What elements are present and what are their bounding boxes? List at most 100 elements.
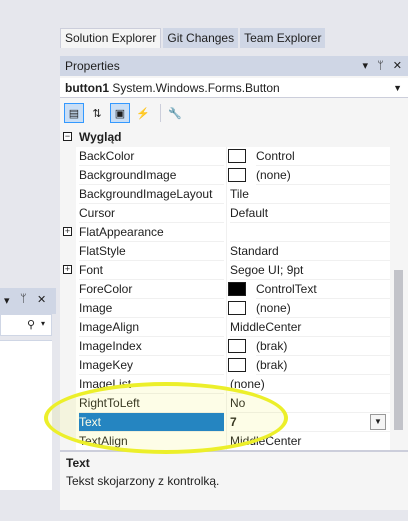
- column-splitter[interactable]: [226, 432, 227, 450]
- row-gutter: [60, 242, 76, 261]
- property-pages-icon[interactable]: 🔧: [165, 103, 185, 123]
- property-row[interactable]: FlatStyle Standard: [60, 242, 390, 261]
- property-row[interactable]: Image (none): [60, 299, 390, 318]
- events-icon[interactable]: ⚡: [133, 103, 153, 123]
- column-splitter[interactable]: [226, 356, 227, 375]
- row-gutter: [60, 204, 76, 223]
- collapse-icon[interactable]: −: [63, 132, 72, 141]
- property-value[interactable]: Tile: [230, 185, 390, 204]
- column-splitter[interactable]: [226, 147, 227, 166]
- property-name: RightToLeft: [79, 394, 224, 413]
- row-gutter: [60, 394, 76, 413]
- property-value[interactable]: (brak): [256, 356, 390, 375]
- property-value[interactable]: Default: [230, 204, 390, 223]
- property-row[interactable]: TextAlign MiddleCenter: [60, 432, 390, 450]
- pin-icon[interactable]: ▾: [4, 294, 10, 307]
- column-splitter[interactable]: [226, 223, 227, 242]
- close-icon[interactable]: ✕: [37, 293, 46, 306]
- column-splitter[interactable]: [226, 394, 227, 413]
- spacer: [60, 48, 408, 56]
- left-panel-footer: [0, 490, 56, 521]
- header-icons: ▾ ᛘ ✕: [357, 56, 402, 76]
- expand-icon[interactable]: +: [63, 265, 72, 274]
- color-swatch: [228, 301, 246, 315]
- property-value[interactable]: [230, 223, 390, 242]
- property-value[interactable]: MiddleCenter: [230, 432, 390, 450]
- property-value[interactable]: ControlText: [256, 280, 390, 299]
- pin-icon[interactable]: ᛘ: [20, 293, 27, 305]
- property-row[interactable]: ImageKey (brak): [60, 356, 390, 375]
- row-gutter: [60, 185, 76, 204]
- property-value[interactable]: Standard: [230, 242, 390, 261]
- close-icon[interactable]: ✕: [393, 60, 402, 72]
- property-row[interactable]: ImageAlign MiddleCenter: [60, 318, 390, 337]
- search-icon[interactable]: ⚲: [27, 318, 35, 331]
- column-splitter[interactable]: [226, 299, 227, 318]
- column-splitter[interactable]: [226, 261, 227, 280]
- column-splitter[interactable]: [226, 280, 227, 299]
- property-row[interactable]: RightToLeft No: [60, 394, 390, 413]
- property-name: ForeColor: [79, 280, 224, 299]
- property-value[interactable]: MiddleCenter: [230, 318, 390, 337]
- top-area: [60, 0, 408, 28]
- description-pane: Text Tekst skojarzony z kontrolką.: [60, 452, 408, 510]
- property-row[interactable]: BackgroundImage (none): [60, 166, 390, 185]
- column-splitter[interactable]: [226, 242, 227, 261]
- categorized-icon[interactable]: ▤: [64, 103, 84, 123]
- property-value[interactable]: 7: [230, 413, 390, 432]
- search-input[interactable]: ⚲ ▾: [0, 314, 52, 336]
- properties-toolbar: ▤ ⇅ ▣ ⚡ 🔧: [60, 100, 408, 126]
- property-row[interactable]: ForeColor ControlText: [60, 280, 390, 299]
- description-text: Tekst skojarzony z kontrolką.: [66, 474, 220, 488]
- column-splitter[interactable]: [226, 185, 227, 204]
- property-value[interactable]: (brak): [256, 337, 390, 356]
- properties-icon[interactable]: ▣: [110, 103, 130, 123]
- property-value[interactable]: Control: [256, 147, 390, 166]
- property-name: Cursor: [79, 204, 224, 223]
- column-splitter[interactable]: [226, 375, 227, 394]
- tab-strip: Solution Explorer Git Changes Team Explo…: [60, 28, 408, 48]
- toolbar-separator: [160, 104, 161, 122]
- object-selector[interactable]: button1 System.Windows.Forms.Button ▼: [60, 78, 408, 98]
- chevron-down-icon[interactable]: ▼: [393, 78, 402, 98]
- column-splitter[interactable]: [226, 204, 227, 223]
- property-row[interactable]: BackgroundImageLayout Tile: [60, 185, 390, 204]
- left-panel-content: [0, 340, 52, 491]
- column-splitter[interactable]: [226, 413, 227, 432]
- tab-solution-explorer[interactable]: Solution Explorer: [60, 28, 162, 48]
- chevron-down-icon[interactable]: ▾: [41, 319, 45, 328]
- property-row[interactable]: BackColor Control: [60, 147, 390, 166]
- row-gutter: [60, 318, 76, 337]
- property-value[interactable]: (none): [230, 375, 390, 394]
- property-row[interactable]: Cursor Default: [60, 204, 390, 223]
- color-swatch: [228, 149, 246, 163]
- scrollbar-thumb[interactable]: [394, 270, 403, 430]
- alphabetical-icon[interactable]: ⇅: [87, 103, 107, 123]
- property-row[interactable]: Text 7 ▼: [60, 413, 390, 432]
- chevron-down-icon[interactable]: ▾: [363, 60, 369, 72]
- property-name: ImageAlign: [79, 318, 224, 337]
- column-splitter[interactable]: [226, 318, 227, 337]
- expand-icon[interactable]: +: [63, 227, 72, 236]
- property-grid: − Wygląd BackColor Control BackgroundImage…: [60, 128, 390, 450]
- pin-icon[interactable]: ᛘ: [377, 60, 384, 72]
- property-row[interactable]: + FlatAppearance: [60, 223, 390, 242]
- column-splitter[interactable]: [226, 337, 227, 356]
- property-name: TextAlign: [79, 432, 224, 450]
- tab-git-changes[interactable]: Git Changes: [163, 28, 239, 48]
- property-name: Image: [79, 299, 224, 318]
- color-swatch: [228, 358, 246, 372]
- property-row[interactable]: ImageIndex (brak): [60, 337, 390, 356]
- property-value[interactable]: (none): [256, 299, 390, 318]
- property-name: Font: [79, 261, 224, 280]
- property-name: ImageList: [79, 375, 224, 394]
- dropdown-button[interactable]: ▼: [370, 414, 386, 430]
- category-row[interactable]: − Wygląd: [60, 128, 390, 147]
- property-value[interactable]: No: [230, 394, 390, 413]
- property-value[interactable]: Segoe UI; 9pt: [230, 261, 390, 280]
- property-row[interactable]: ImageList (none): [60, 375, 390, 394]
- tab-team-explorer[interactable]: Team Explorer: [240, 28, 326, 48]
- property-value[interactable]: (none): [256, 166, 390, 185]
- column-splitter[interactable]: [226, 166, 227, 185]
- property-row[interactable]: + Font Segoe UI; 9pt: [60, 261, 390, 280]
